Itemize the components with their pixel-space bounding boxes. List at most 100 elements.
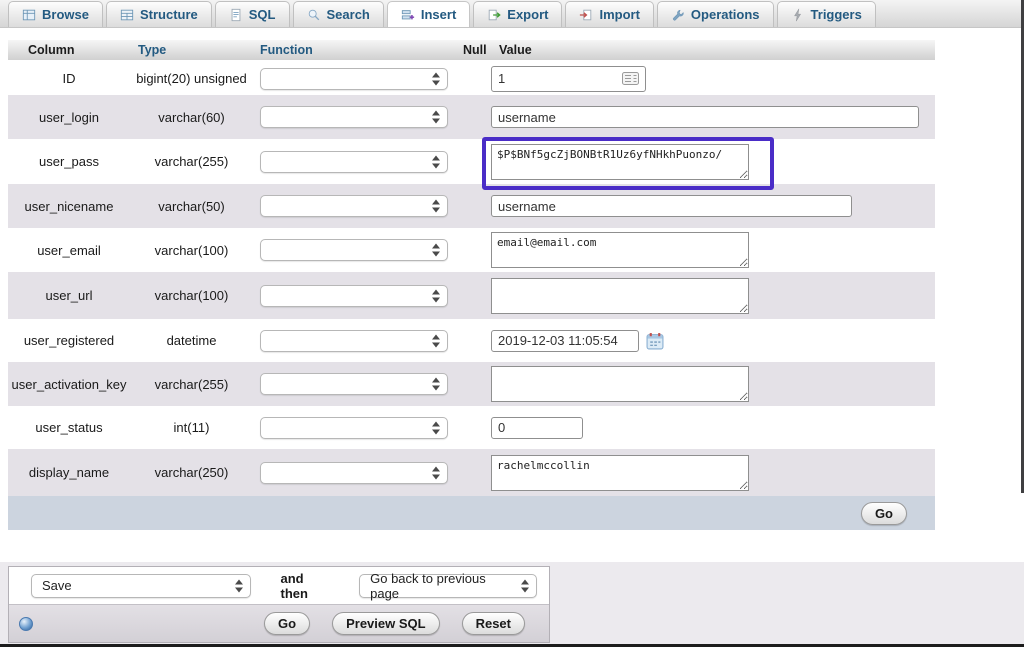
go-button[interactable]: Go	[264, 612, 310, 635]
value-textarea-user-pass[interactable]: $P$BNf5gcZjBONBtR1Uz6yfNHkhPuonzo/	[491, 144, 749, 180]
operations-icon	[671, 8, 685, 22]
function-select[interactable]	[260, 195, 448, 217]
window-bottom-edge	[0, 644, 1024, 647]
select-arrows-icon	[432, 111, 440, 124]
tab-label: Browse	[42, 7, 89, 22]
select-arrows-icon	[432, 378, 440, 391]
value-input-user-nicename[interactable]	[491, 195, 852, 217]
header-type: Type	[130, 43, 253, 57]
column-name: user_nicename	[8, 199, 130, 214]
browse-icon	[22, 8, 36, 22]
header-null: Null	[456, 43, 491, 57]
column-name: user_login	[8, 110, 130, 125]
column-type: int(11)	[130, 420, 253, 435]
insert-action-select[interactable]: Save	[31, 574, 251, 598]
function-select[interactable]	[260, 68, 448, 90]
column-type: varchar(50)	[130, 199, 253, 214]
tab-triggers[interactable]: Triggers	[777, 1, 876, 27]
function-select[interactable]	[260, 462, 448, 484]
select-arrows-icon	[432, 200, 440, 213]
value-input-user-status[interactable]	[491, 417, 583, 439]
header-value: Value	[491, 43, 935, 57]
table-row-user-registered: user_registered datetime	[8, 319, 935, 362]
value-textarea-user-activation-key[interactable]	[491, 366, 749, 402]
select-arrows-icon	[235, 579, 243, 592]
column-name: user_status	[8, 420, 130, 435]
browse-foreign-values-icon[interactable]	[622, 72, 639, 90]
select-arrows-icon	[432, 466, 440, 479]
function-select[interactable]	[260, 151, 448, 173]
phpmyadmin-insert-page: Browse Structure SQL Search Insert Expor…	[0, 0, 1024, 649]
import-icon	[579, 8, 593, 22]
function-select[interactable]	[260, 417, 448, 439]
reset-button[interactable]: Reset	[462, 612, 525, 635]
table-row-display-name: display_name varchar(250) rachelmccollin	[8, 449, 935, 496]
tab-label: Search	[327, 7, 370, 22]
value-input-user-registered[interactable]	[491, 330, 639, 352]
table-row-user-activation-key: user_activation_key varchar(255)	[8, 362, 935, 406]
function-select[interactable]	[260, 373, 448, 395]
tab-label: Triggers	[811, 7, 862, 22]
table-rows: ID bigint(20) unsigned user_login varcha…	[8, 62, 935, 496]
tab-label: Insert	[421, 7, 456, 22]
tab-browse[interactable]: Browse	[8, 1, 103, 27]
select-arrows-icon	[432, 244, 440, 257]
value-input-user-login[interactable]	[491, 106, 919, 128]
function-select[interactable]	[260, 330, 448, 352]
function-select[interactable]	[260, 285, 448, 307]
tab-insert[interactable]: Insert	[387, 1, 470, 27]
column-type: varchar(255)	[130, 154, 253, 169]
tab-structure[interactable]: Structure	[106, 1, 212, 27]
tab-export[interactable]: Export	[473, 1, 562, 27]
structure-icon	[120, 8, 134, 22]
table-row-id: ID bigint(20) unsigned	[8, 62, 935, 95]
value-textarea-display-name[interactable]: rachelmccollin	[491, 455, 749, 491]
tab-operations[interactable]: Operations	[657, 1, 774, 27]
tab-label: Import	[599, 7, 639, 22]
column-name: display_name	[8, 465, 130, 480]
table-footer: Go	[8, 496, 935, 530]
table-row-user-status: user_status int(11)	[8, 406, 935, 449]
column-name: user_registered	[8, 333, 130, 348]
column-name: ID	[8, 71, 130, 86]
insert-form-table: Column Type Function Null Value ID bigin…	[8, 40, 935, 530]
select-arrows-icon	[432, 72, 440, 85]
tab-import[interactable]: Import	[565, 1, 653, 27]
column-type: varchar(60)	[130, 110, 253, 125]
help-icon[interactable]	[19, 617, 33, 631]
select-arrows-icon	[432, 289, 440, 302]
calendar-icon[interactable]	[646, 332, 664, 350]
value-textarea-user-email[interactable]: email@email.com	[491, 232, 749, 268]
column-type: datetime	[130, 333, 253, 348]
table-row-user-login: user_login varchar(60)	[8, 95, 935, 139]
and-then-label: and then	[281, 571, 334, 601]
column-type: varchar(100)	[130, 288, 253, 303]
preview-sql-button[interactable]: Preview SQL	[332, 612, 439, 635]
tab-bar: Browse Structure SQL Search Insert Expor…	[0, 0, 1024, 28]
triggers-icon	[791, 8, 805, 22]
export-icon	[487, 8, 501, 22]
column-name: user_url	[8, 288, 130, 303]
select-arrows-icon	[432, 155, 440, 168]
column-type: varchar(255)	[130, 377, 253, 392]
column-name: user_pass	[8, 154, 130, 169]
after-insert-value: Go back to previous page	[370, 571, 514, 601]
column-type: bigint(20) unsigned	[130, 71, 253, 86]
column-name: user_email	[8, 243, 130, 258]
table-row-user-nicename: user_nicename varchar(50)	[8, 184, 935, 228]
function-select[interactable]	[260, 239, 448, 261]
tab-label: Structure	[140, 7, 198, 22]
insert-go-button[interactable]: Go	[861, 502, 907, 525]
function-select[interactable]	[260, 106, 448, 128]
tab-label: Export	[507, 7, 548, 22]
tab-label: Operations	[691, 7, 760, 22]
column-name: user_activation_key	[8, 377, 130, 392]
button-group: Go Preview SQL Reset	[264, 612, 525, 635]
tab-search[interactable]: Search	[293, 1, 384, 27]
select-arrows-icon	[432, 421, 440, 434]
table-header-row: Column Type Function Null Value	[8, 40, 935, 60]
value-textarea-user-url[interactable]	[491, 278, 749, 314]
column-type: varchar(100)	[130, 243, 253, 258]
after-insert-select[interactable]: Go back to previous page	[359, 574, 537, 598]
tab-sql[interactable]: SQL	[215, 1, 290, 27]
